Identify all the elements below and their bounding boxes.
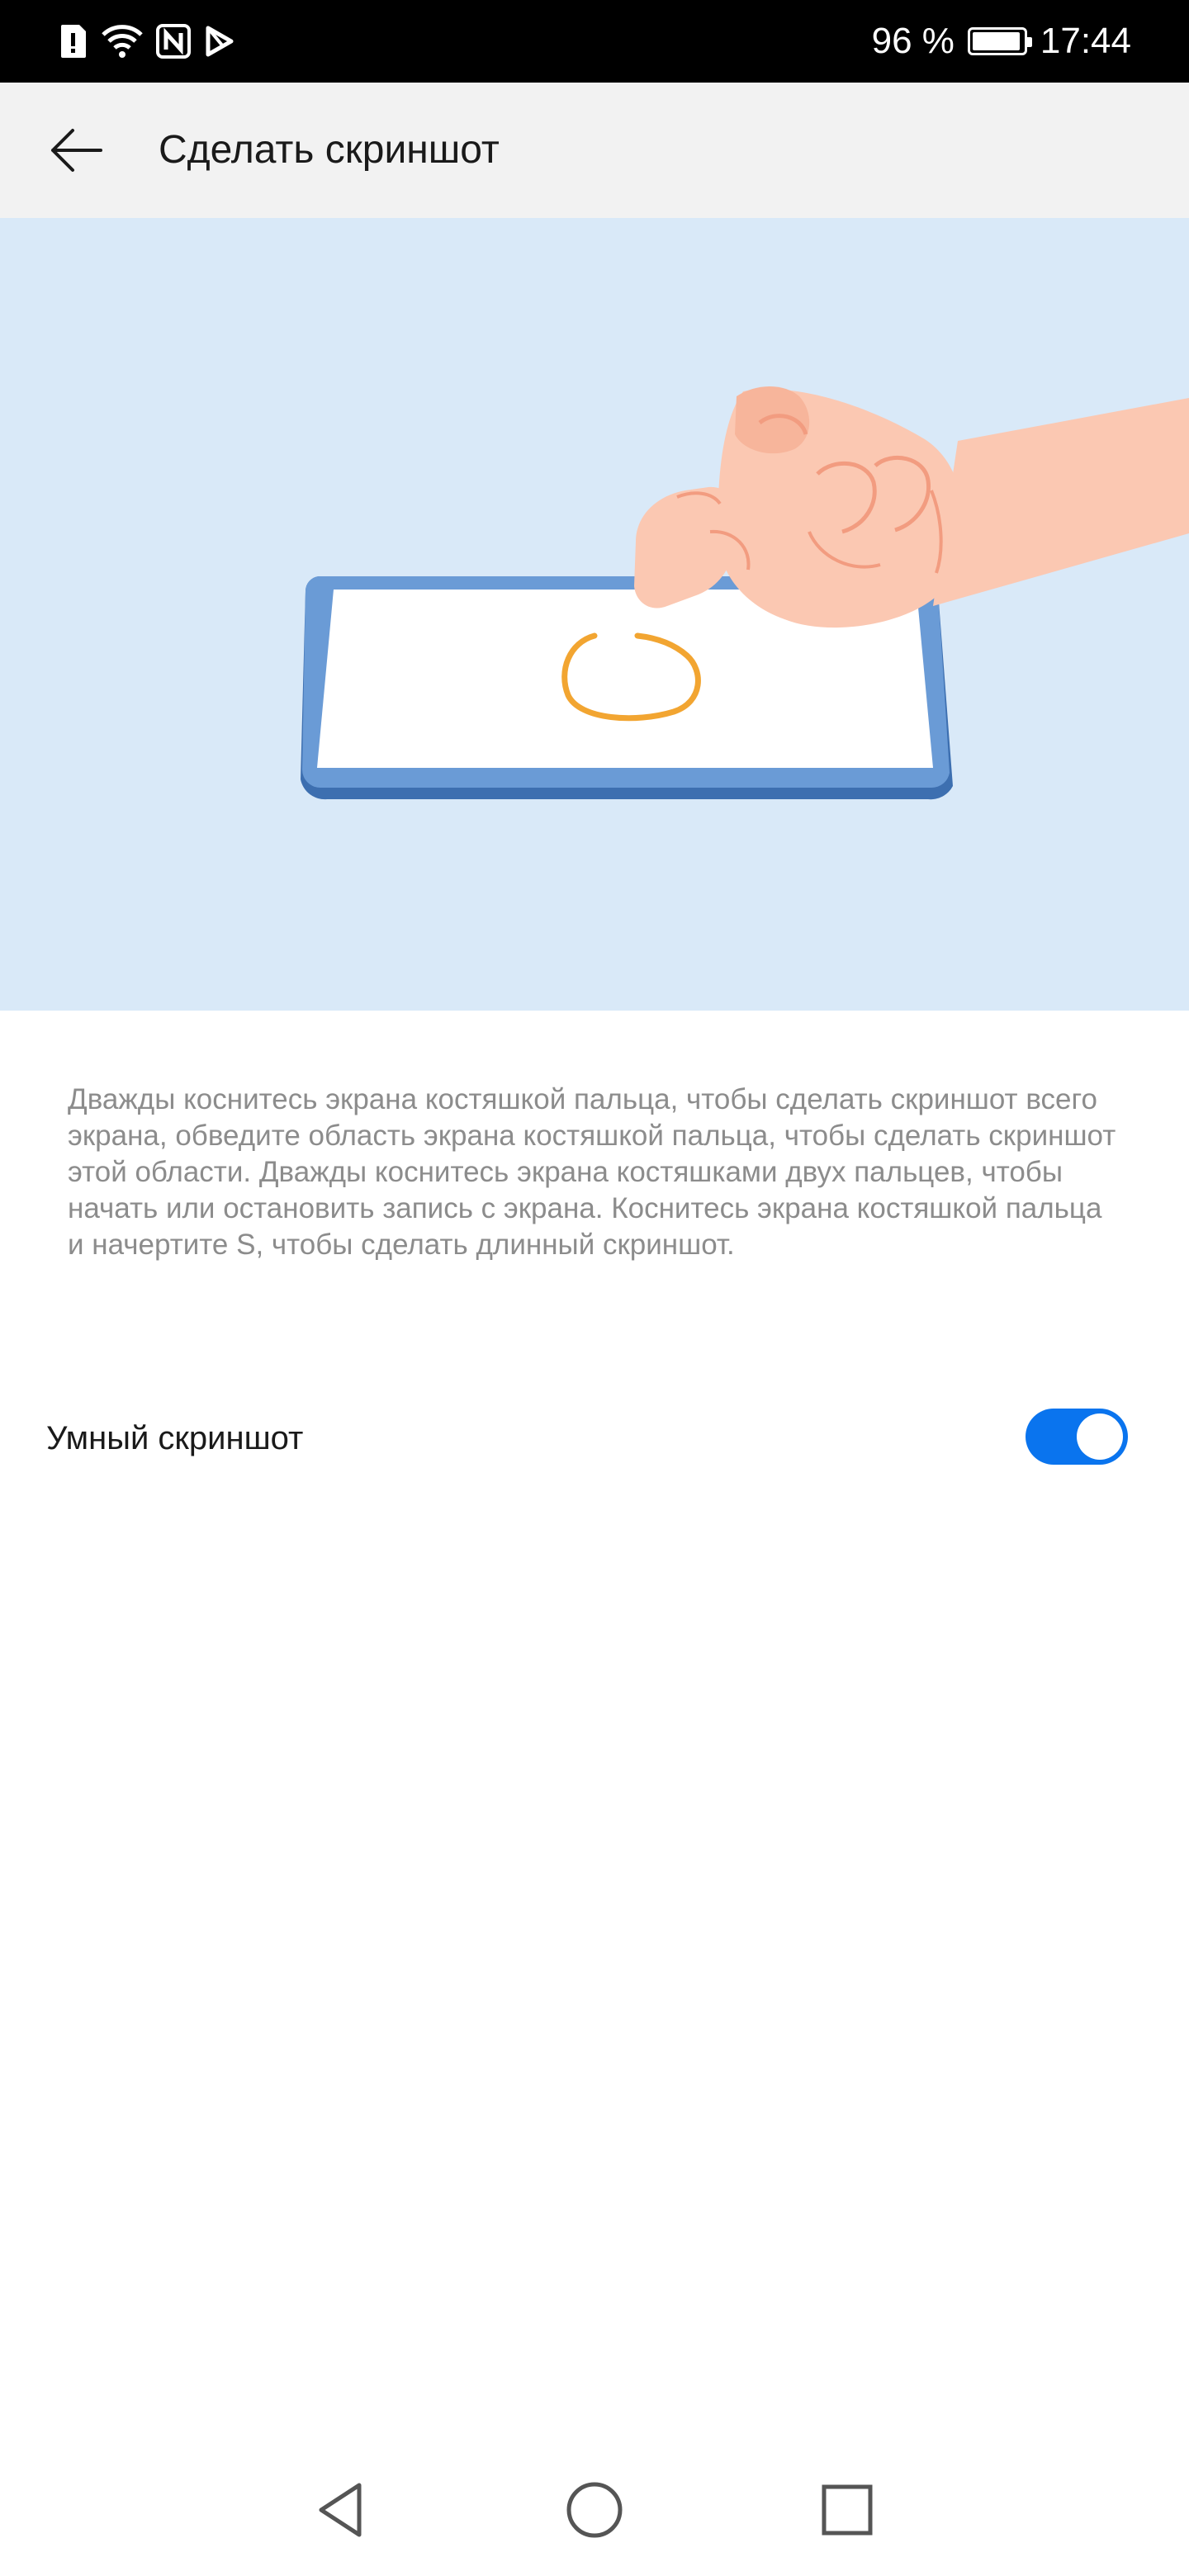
wifi-icon	[102, 25, 143, 58]
arrow-left-icon	[51, 129, 102, 172]
nav-recents-button[interactable]	[798, 2460, 897, 2559]
smart-screenshot-toggle[interactable]	[1026, 1409, 1128, 1465]
nav-home-button[interactable]	[545, 2460, 644, 2559]
battery-icon	[967, 27, 1032, 55]
nfc-icon	[156, 24, 191, 59]
nav-back-icon	[319, 2483, 362, 2537]
nav-home-icon	[566, 2482, 623, 2538]
toggle-knob	[1077, 1413, 1123, 1460]
smart-screenshot-row[interactable]: Умный скриншот	[0, 1395, 1189, 1478]
gesture-description: Дважды коснитесь экрана костяшкой пальца…	[68, 1083, 1116, 1261]
app-bar: Сделать скриншот	[0, 83, 1189, 218]
gesture-illustration	[0, 218, 1189, 1011]
back-button[interactable]	[43, 117, 109, 183]
smart-screenshot-label: Умный скриншот	[46, 1420, 304, 1456]
nav-back-button[interactable]	[291, 2460, 390, 2559]
status-bar: 96 % 17:44	[0, 0, 1189, 83]
play-store-icon	[206, 26, 234, 57]
clock: 17:44	[1040, 21, 1131, 61]
navigation-bar	[0, 2444, 1189, 2576]
status-icons-right: 96 % 17:44	[872, 17, 1131, 66]
page-title: Сделать скриншот	[159, 128, 500, 172]
knuckle-gesture-illustration	[301, 386, 1189, 800]
nav-recents-icon	[822, 2484, 873, 2536]
alert-sim-icon	[61, 25, 86, 58]
battery-level-fill	[972, 32, 1021, 50]
status-icons-left	[56, 18, 236, 64]
battery-percent: 96 %	[871, 21, 955, 61]
screenshot-settings-page: 96 % 17:44 Сделать скриншот Дважды косни…	[0, 0, 1189, 2576]
